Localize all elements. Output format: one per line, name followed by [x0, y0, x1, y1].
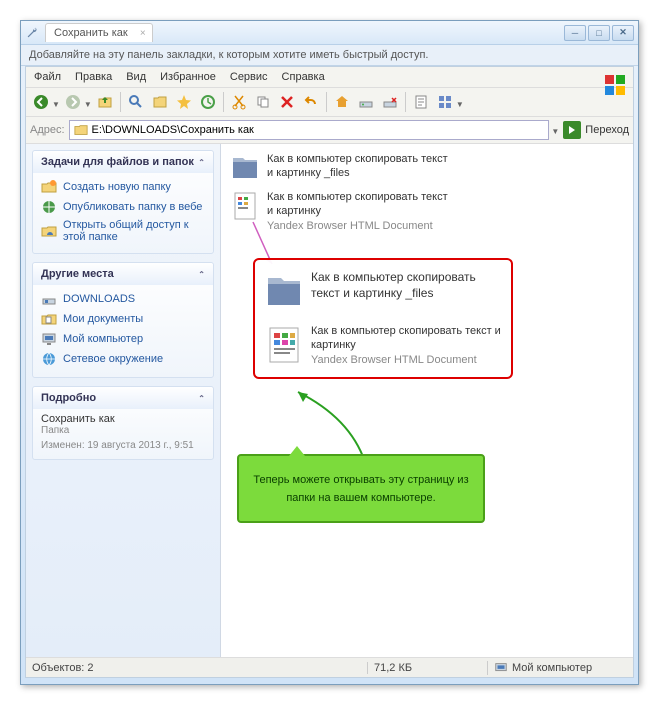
computer-icon: [494, 661, 508, 675]
menu-favorites[interactable]: Избранное: [160, 71, 216, 83]
menu-file[interactable]: Файл: [34, 71, 61, 83]
copy-button[interactable]: [252, 91, 274, 113]
forward-button[interactable]: [62, 91, 84, 113]
details-type: Папка: [41, 425, 205, 436]
dropdown-icon[interactable]: ▼: [456, 100, 464, 113]
up-button[interactable]: [94, 91, 116, 113]
views-button[interactable]: [434, 91, 456, 113]
tasks-panel: Задачи для файлов и папок ⌃ Создать нову…: [32, 150, 214, 254]
status-location: Мой компьютер: [487, 661, 627, 675]
task-new-folder[interactable]: Создать новую папку: [41, 177, 205, 197]
status-bar: Объектов: 2 71,2 КБ Мой компьютер: [26, 657, 633, 677]
file-name: Как в компьютер скопировать текст и карт…: [267, 190, 449, 219]
task-share[interactable]: Открыть общий доступ к этой папке: [41, 217, 205, 245]
toolbar: ▼ ▼ ▼: [26, 88, 633, 117]
file-list[interactable]: Как в компьютер скопировать текст и карт…: [221, 144, 633, 657]
file-item-folder[interactable]: Как в компьютер скопировать текст и карт…: [229, 152, 449, 184]
place-downloads[interactable]: DOWNLOADS: [41, 289, 205, 309]
annotation-callout-red: Как в компьютер скопировать текст и карт…: [253, 258, 513, 379]
menu-edit[interactable]: Правка: [75, 71, 112, 83]
address-label: Адрес:: [30, 124, 65, 136]
folder-icon: [263, 270, 305, 312]
address-field[interactable]: E:\DOWNLOADS\Сохранить как: [69, 120, 550, 140]
menu-view[interactable]: Вид: [126, 71, 146, 83]
panel-header[interactable]: Подробно ⌃: [33, 387, 213, 409]
task-pane: Задачи для файлов и папок ⌃ Создать нову…: [26, 144, 221, 657]
titlebar: Сохранить как × ─ □ ✕: [21, 21, 638, 45]
history-button[interactable]: [197, 91, 219, 113]
tab-title: Сохранить как: [54, 27, 128, 39]
dropdown-icon[interactable]: ▼: [551, 127, 559, 140]
cut-button[interactable]: [228, 91, 250, 113]
search-button[interactable]: [125, 91, 147, 113]
separator: [223, 92, 224, 112]
menu-tools[interactable]: Сервис: [230, 71, 268, 83]
details-name: Сохранить как: [41, 413, 205, 425]
explorer-window: Сохранить как × ─ □ ✕ Добавляйте на эту …: [20, 20, 639, 685]
delete-button[interactable]: [276, 91, 298, 113]
disconnect-button[interactable]: [379, 91, 401, 113]
windows-flag-icon: [601, 71, 629, 99]
details-modified: Изменен: 19 августа 2013 г., 9:51: [41, 440, 205, 451]
window-buttons: ─ □ ✕: [564, 25, 634, 41]
place-computer[interactable]: Мой компьютер: [41, 329, 205, 349]
separator: [326, 92, 327, 112]
place-network[interactable]: Сетевое окружение: [41, 349, 205, 369]
place-documents[interactable]: Мои документы: [41, 309, 205, 329]
separator: [120, 92, 121, 112]
favorites-button[interactable]: [173, 91, 195, 113]
go-label: Переход: [585, 124, 629, 136]
explorer-inner: Файл Правка Вид Избранное Сервис Справка…: [25, 66, 634, 678]
map-drive-button[interactable]: [355, 91, 377, 113]
file-type: Yandex Browser HTML Document: [267, 219, 449, 233]
browser-tab[interactable]: Сохранить как ×: [45, 23, 153, 42]
folder-icon: [229, 152, 261, 184]
go-button[interactable]: [563, 121, 581, 139]
dropdown-icon[interactable]: ▼: [52, 100, 60, 113]
properties-button[interactable]: [410, 91, 432, 113]
file-item-html[interactable]: Как в компьютер скопировать текст и карт…: [263, 324, 503, 367]
file-item-folder[interactable]: Как в компьютер скопировать текст и карт…: [263, 270, 503, 312]
menu-help[interactable]: Справка: [282, 71, 325, 83]
close-button[interactable]: ✕: [612, 25, 634, 41]
folder-icon: [74, 123, 88, 137]
collapse-icon: ⌃: [198, 394, 205, 403]
status-objects: Объектов: 2: [32, 662, 367, 674]
annotation-callout-green: Теперь можете открывать эту страницу из …: [237, 454, 485, 523]
dropdown-icon[interactable]: ▼: [84, 100, 92, 113]
panel-header[interactable]: Другие места ⌃: [33, 263, 213, 285]
menu-bar: Файл Правка Вид Избранное Сервис Справка: [26, 67, 633, 88]
collapse-icon: ⌃: [198, 270, 205, 279]
panel-header[interactable]: Задачи для файлов и папок ⌃: [33, 151, 213, 173]
html-file-icon: [229, 190, 261, 222]
bookmark-bar: Добавляйте на эту панель закладки, к кот…: [21, 45, 638, 66]
explorer-body: Задачи для файлов и папок ⌃ Создать нову…: [26, 144, 633, 657]
back-button[interactable]: [30, 91, 52, 113]
details-panel: Подробно ⌃ Сохранить как Папка Изменен: …: [32, 386, 214, 460]
address-path: E:\DOWNLOADS\Сохранить как: [92, 124, 254, 136]
close-tab-icon[interactable]: ×: [140, 28, 146, 39]
undo-button[interactable]: [300, 91, 322, 113]
file-name: Как в компьютер скопировать текст и карт…: [311, 324, 503, 353]
file-name: Как в компьютер скопировать текст и карт…: [311, 270, 503, 312]
other-places-panel: Другие места ⌃ DOWNLOADS Мои документы: [32, 262, 214, 378]
home-button[interactable]: [331, 91, 353, 113]
maximize-button[interactable]: □: [588, 25, 610, 41]
wrench-icon: [25, 26, 39, 40]
html-file-icon: [263, 324, 305, 366]
address-bar: Адрес: E:\DOWNLOADS\Сохранить как ▼ Пере…: [26, 117, 633, 144]
folders-button[interactable]: [149, 91, 171, 113]
status-size: 71,2 КБ: [367, 662, 487, 674]
minimize-button[interactable]: ─: [564, 25, 586, 41]
file-name: Как в компьютер скопировать текст и карт…: [267, 152, 449, 184]
task-publish[interactable]: Опубликовать папку в вебе: [41, 197, 205, 217]
file-type: Yandex Browser HTML Document: [311, 353, 503, 367]
collapse-icon: ⌃: [198, 158, 205, 167]
separator: [405, 92, 406, 112]
